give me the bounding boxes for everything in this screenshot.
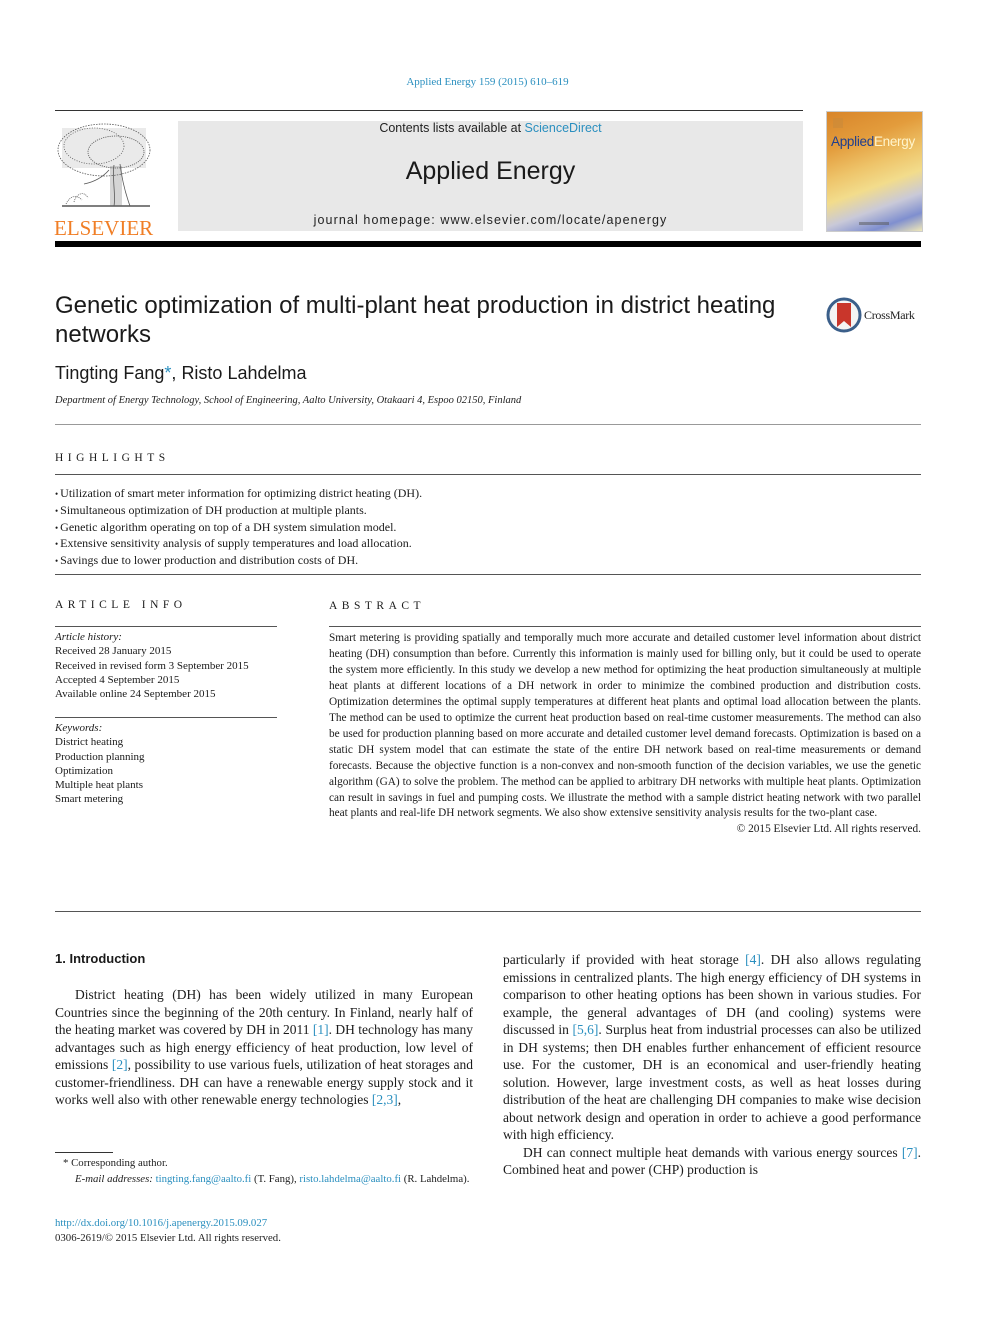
- keywords-label: Keywords:: [55, 722, 103, 734]
- citation-link[interactable]: [5,6]: [573, 1022, 599, 1037]
- article-history-label: Article history:: [55, 631, 122, 643]
- email-link[interactable]: tingting.fang@aalto.fi: [156, 1173, 252, 1185]
- divider: [55, 717, 277, 718]
- journal-cover-thumbnail[interactable]: AppliedEnergy: [826, 111, 923, 232]
- keywords: Keywords: District heating Production pl…: [55, 721, 277, 807]
- author-name[interactable]: Risto Lahdelma: [181, 363, 306, 383]
- contents-prefix: Contents lists available at: [379, 121, 525, 135]
- intro-left-paragraph: District heating (DH) has been widely ut…: [55, 986, 473, 1109]
- sciencedirect-link[interactable]: ScienceDirect: [525, 121, 602, 135]
- cover-title-part1: Applied: [831, 134, 874, 149]
- cover-title-part2: Energy: [873, 134, 915, 149]
- journal-masthead: Contents lists available at ScienceDirec…: [178, 121, 803, 231]
- author-list: Tingting Fang*, Risto Lahdelma: [55, 363, 307, 384]
- author-separator: ,: [171, 363, 182, 383]
- footnotes: * Corresponding author. E-mail addresses…: [55, 1156, 473, 1187]
- email-owner: (R. Lahdelma).: [401, 1172, 470, 1185]
- contents-line: Contents lists available at ScienceDirec…: [178, 121, 803, 135]
- history-item: Received in revised form 3 September 201…: [55, 659, 249, 672]
- abstract-body: Smart metering is providing spatially an…: [329, 632, 921, 820]
- divider: [329, 626, 921, 627]
- doi-link[interactable]: http://dx.doi.org/10.1016/j.apenergy.201…: [55, 1216, 267, 1231]
- keyword-item: Multiple heat plants: [55, 779, 143, 792]
- keyword-item: Optimization: [55, 764, 114, 777]
- keyword-item: District heating: [55, 736, 124, 749]
- intro-right-column: particularly if provided with heat stora…: [503, 951, 921, 1179]
- article-history: Article history: Received 28 January 201…: [55, 630, 277, 701]
- citation-link[interactable]: [7]: [902, 1145, 918, 1160]
- highlights-list: Utilization of smart meter information f…: [55, 486, 422, 570]
- elsevier-tree-icon: [57, 123, 151, 207]
- issn-copyright: 0306-2619/© 2015 Elsevier Ltd. All right…: [55, 1232, 281, 1244]
- corresponding-author-note: * Corresponding author.: [63, 1157, 168, 1169]
- text-run: DH can connect multiple heat demands wit…: [523, 1144, 902, 1160]
- elsevier-logo[interactable]: ELSEVIER: [54, 120, 158, 239]
- highlights-heading: HIGHLIGHTS: [55, 452, 170, 464]
- citation-link[interactable]: [2]: [112, 1057, 128, 1072]
- highlight-item: Simultaneous optimization of DH producti…: [55, 503, 422, 520]
- history-item: Available online 24 September 2015: [55, 688, 216, 701]
- divider: [55, 574, 921, 575]
- journal-citation-link[interactable]: Applied Energy 159 (2015) 610–619: [0, 76, 975, 88]
- highlight-item: Genetic algorithm operating on top of a …: [55, 520, 422, 537]
- text-run: particularly if provided with heat stora…: [503, 952, 746, 967]
- keyword-item: Production planning: [55, 750, 145, 763]
- author-name[interactable]: Tingting Fang: [55, 363, 164, 383]
- email-link[interactable]: risto.lahdelma@aalto.fi: [299, 1173, 401, 1185]
- divider: [55, 424, 921, 425]
- crossmark-label: CrossMark: [864, 308, 915, 322]
- abstract-heading: ABSTRACT: [329, 600, 426, 612]
- header-rule: [55, 110, 803, 111]
- citation-link[interactable]: [2,3]: [372, 1092, 398, 1107]
- history-item: Accepted 4 September 2015: [55, 673, 180, 686]
- divider: [55, 911, 921, 912]
- article-title: Genetic optimization of multi-plant heat…: [55, 292, 776, 348]
- abstract: Smart metering is providing spatially an…: [329, 631, 921, 838]
- citation-link[interactable]: [4]: [745, 952, 761, 967]
- abstract-copyright: © 2015 Elsevier Ltd. All rights reserved…: [736, 823, 921, 836]
- crossmark-icon: [826, 297, 862, 333]
- cover-publisher-mark-icon: [833, 118, 843, 128]
- intro-right-paragraph: particularly if provided with heat stora…: [503, 951, 921, 1144]
- journal-homepage-link[interactable]: journal homepage: www.elsevier.com/locat…: [178, 213, 803, 227]
- intro-right-paragraph: DH can connect multiple heat demands wit…: [503, 1144, 921, 1179]
- introduction-heading: 1. Introduction: [55, 951, 146, 966]
- doi-link-text[interactable]: http://dx.doi.org/10.1016/j.apenergy.201…: [55, 1217, 267, 1229]
- elsevier-wordmark: ELSEVIER: [54, 216, 154, 240]
- keyword-item: Smart metering: [55, 793, 124, 806]
- divider: [55, 474, 921, 475]
- highlight-item: Savings due to lower production and dist…: [55, 553, 422, 570]
- email-label: E-mail addresses:: [75, 1172, 156, 1185]
- header-thick-rule: [55, 241, 921, 247]
- email-note: E-mail addresses: tingting.fang@aalto.fi…: [55, 1172, 473, 1188]
- cover-footer-mark: [859, 222, 889, 225]
- crossmark-badge[interactable]: CrossMark: [826, 297, 926, 333]
- cover-title: AppliedEnergy: [831, 134, 915, 149]
- article-info-heading: ARTICLE INFO: [55, 599, 187, 611]
- highlight-item: Extensive sensitivity analysis of supply…: [55, 536, 422, 553]
- highlight-item: Utilization of smart meter information f…: [55, 486, 422, 503]
- text-run: ,: [397, 1092, 402, 1107]
- journal-name: Applied Energy: [405, 157, 576, 185]
- history-item: Received 28 January 2015: [55, 645, 172, 658]
- citation-link[interactable]: [1]: [313, 1022, 329, 1037]
- text-run: . Surplus heat from industrial processes…: [503, 1022, 922, 1142]
- affiliation: Department of Energy Technology, School …: [55, 395, 522, 406]
- divider: [55, 626, 277, 627]
- footnote-rule: [55, 1152, 113, 1153]
- email-owner: (T. Fang),: [251, 1172, 300, 1185]
